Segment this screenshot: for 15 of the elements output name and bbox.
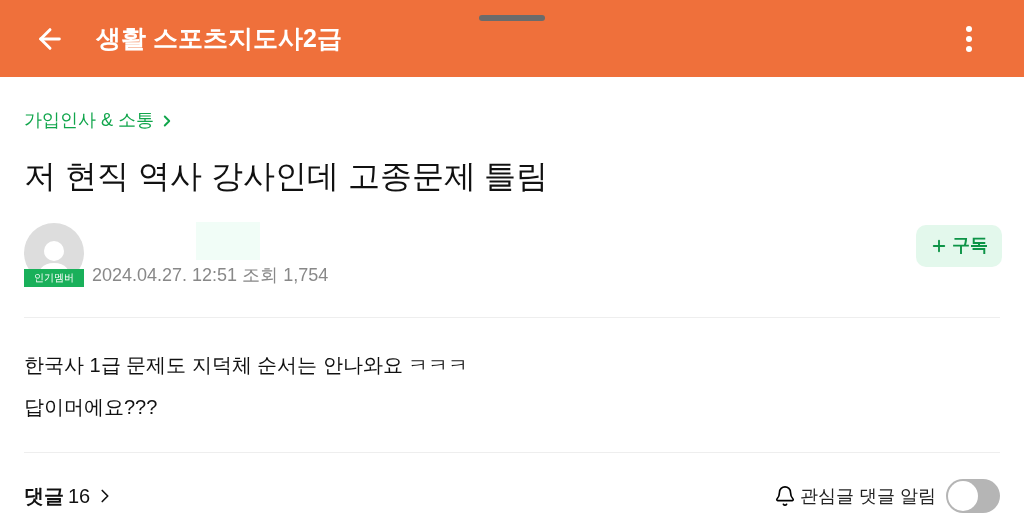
cafe-title: 생활 스포츠지도사2급: [96, 22, 342, 54]
member-badge: 인기멤버: [24, 268, 84, 287]
post-title: 저 현직 역사 강사인데 고종문제 틀림: [24, 157, 550, 196]
subscribe-button[interactable]: 구독: [916, 224, 1002, 267]
board-link[interactable]: 가입인사 & 소통: [24, 107, 1000, 134]
more-icon: [966, 25, 972, 52]
post-meta: 2024.04.27. 12:51 조회 1,754: [92, 264, 329, 287]
notify-label: 관심글 댓글 알림: [800, 484, 936, 508]
body-line: 한국사 1급 문제도 지덕체 순서는 안나와요 ㅋㅋㅋ: [24, 353, 470, 378]
more-button[interactable]: [966, 25, 972, 52]
drag-handle[interactable]: [479, 15, 545, 21]
bell-icon: [774, 485, 796, 507]
body-line: 답이머에요???: [24, 395, 159, 420]
notify-toggle[interactable]: [946, 479, 1000, 513]
comments-link[interactable]: 댓글 16: [24, 481, 117, 511]
